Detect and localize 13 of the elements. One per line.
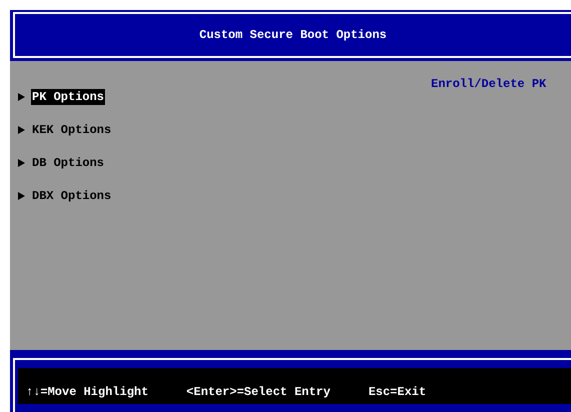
key-hint: ↑↓=Move Highlight <box>26 385 148 399</box>
window-title: Custom Secure Boot Options <box>199 28 387 42</box>
key-hint: <Enter>=Select Entry <box>186 385 330 399</box>
key-hint: Esc=Exit <box>368 385 426 399</box>
menu-item[interactable]: KEK Options <box>31 122 112 138</box>
help-text: Enroll/Delete PK <box>431 77 548 93</box>
menu-item[interactable]: DB Options <box>31 155 106 171</box>
triangle-icon <box>18 126 25 134</box>
triangle-icon <box>18 93 25 101</box>
menu-item[interactable]: DBX Options <box>31 188 112 204</box>
triangle-icon <box>18 192 25 200</box>
menu-item[interactable]: PK Options <box>31 89 106 105</box>
triangle-icon <box>18 159 25 167</box>
